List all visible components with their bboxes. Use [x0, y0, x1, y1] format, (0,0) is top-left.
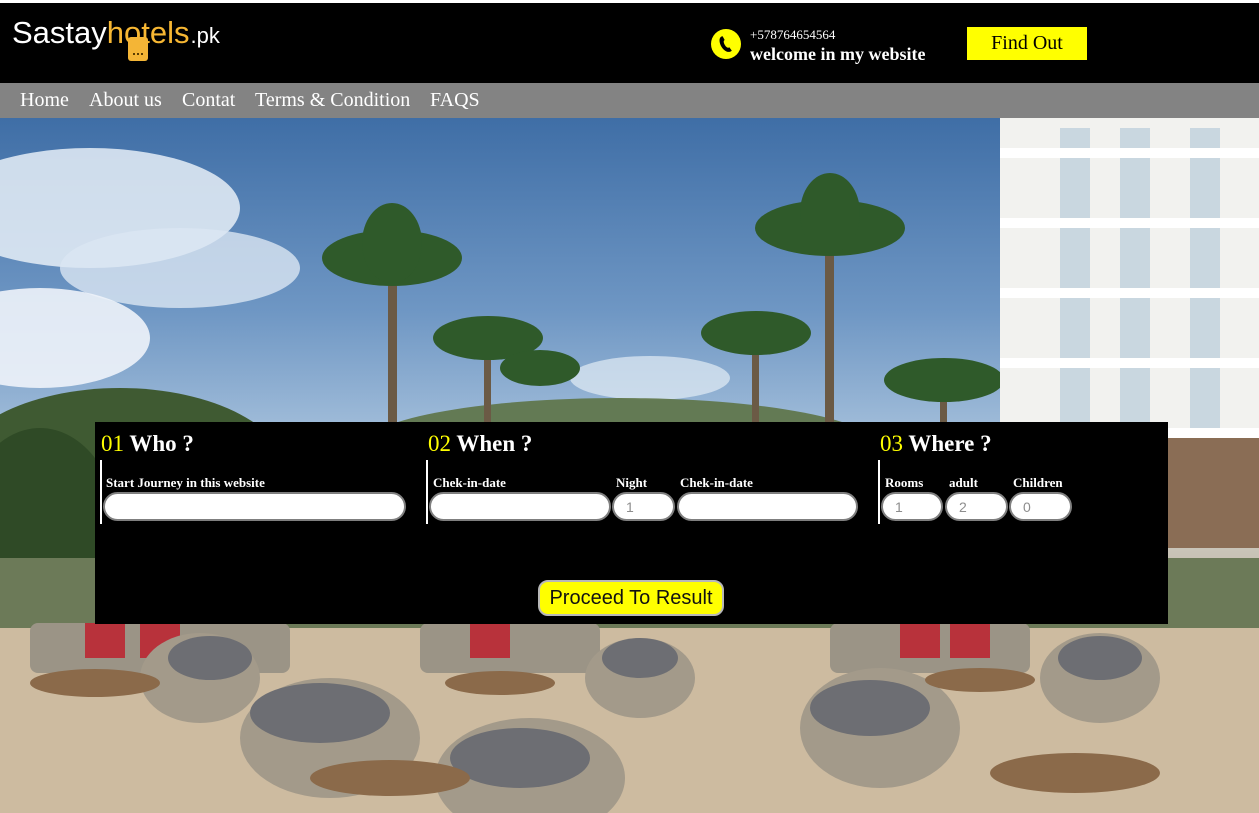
checkout-date-input[interactable]	[677, 492, 858, 521]
when-divider	[426, 460, 428, 524]
children-label: Children	[1013, 475, 1063, 490]
when-section-title: 02 When ?	[428, 431, 532, 457]
booking-search-panel: 01 Who ? Start Journey in this website 0…	[95, 422, 1168, 624]
nav-item-about-us[interactable]: About us	[89, 89, 162, 112]
main-nav: Home About us Contat Terms & Condition F…	[0, 83, 1259, 118]
journey-input[interactable]	[103, 492, 406, 521]
when-title: When ?	[451, 431, 533, 456]
checkin-label: Chek-in-date	[433, 475, 506, 490]
welcome-text: welcome in my website	[750, 44, 926, 64]
where-number: 03	[880, 431, 903, 456]
night-input[interactable]	[612, 492, 675, 521]
children-input[interactable]	[1009, 492, 1072, 521]
header-bar: Sastayhotels.pk +578764654564 welcome in…	[0, 3, 1259, 83]
nav-item-terms[interactable]: Terms & Condition	[255, 89, 410, 112]
who-divider	[100, 460, 102, 524]
who-title: Who ?	[124, 431, 194, 456]
find-out-button[interactable]: Find Out	[967, 27, 1087, 60]
when-number: 02	[428, 431, 451, 456]
logo-text-part2: hotels	[106, 15, 190, 50]
where-title: Where ?	[903, 431, 992, 456]
phone-icon	[711, 29, 741, 59]
nav-item-home[interactable]: Home	[20, 89, 69, 112]
checkout-label: Chek-in-date	[680, 475, 753, 490]
night-label: Night	[616, 475, 648, 490]
rooms-input[interactable]	[881, 492, 943, 521]
logo-text-part1: Sastay	[12, 15, 107, 50]
site-logo[interactable]: Sastayhotels.pk	[12, 15, 220, 65]
who-section-title: 01 Who ?	[101, 431, 194, 457]
checkin-date-input[interactable]	[429, 492, 611, 521]
contact-block: +578764654564 welcome in my website	[750, 27, 925, 65]
price-tag-icon	[128, 37, 148, 61]
where-section-title: 03 Where ?	[880, 431, 992, 457]
adult-label: adult	[949, 475, 978, 490]
nav-item-faqs[interactable]: FAQS	[430, 89, 480, 112]
phone-number: +578764654564	[750, 27, 836, 42]
logo-text-part3: .pk	[190, 23, 220, 48]
nav-item-contact[interactable]: Contat	[182, 89, 235, 112]
who-number: 01	[101, 431, 124, 456]
adult-input[interactable]	[945, 492, 1008, 521]
journey-label: Start Journey in this website	[106, 475, 265, 490]
rooms-label: Rooms	[885, 475, 924, 490]
proceed-to-result-button[interactable]: Proceed To Result	[538, 580, 724, 616]
where-divider	[878, 460, 880, 524]
